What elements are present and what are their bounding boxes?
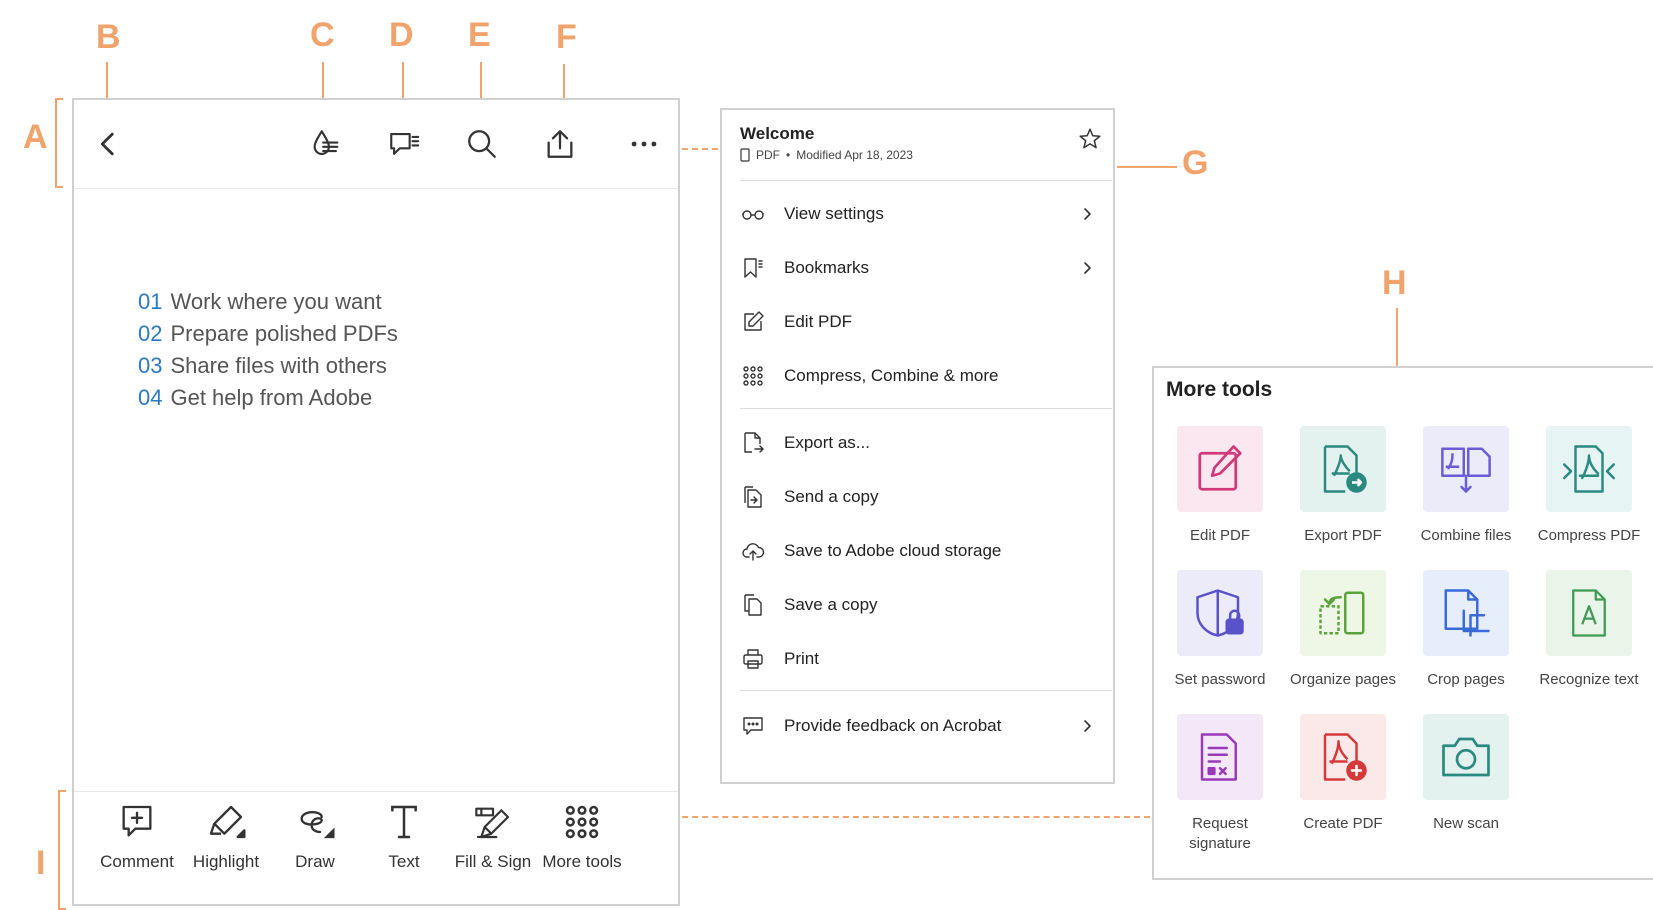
highlighter-icon <box>209 805 246 839</box>
edit-icon <box>740 309 766 335</box>
chevron-right-icon <box>1084 262 1091 274</box>
cloud-upload-icon <box>740 538 766 564</box>
menu-item-save-cloud[interactable]: Save to Adobe cloud storage <box>740 533 1095 569</box>
menu-item-edit-pdf[interactable]: Edit PDF <box>740 304 1095 340</box>
tool-set-password[interactable]: Set password <box>1160 570 1280 690</box>
menu-title: Welcome <box>740 124 815 143</box>
more-tools-title: More tools <box>1166 378 1273 401</box>
request-signature-icon <box>1177 714 1263 800</box>
comments-list-icon[interactable] <box>384 124 424 164</box>
crop-pages-icon <box>1423 570 1509 656</box>
separator-dot: • <box>786 148 791 162</box>
document-viewer: 01 Work where you want 02 Prepare polished… <box>72 98 680 906</box>
draw-button[interactable]: Draw <box>270 802 360 872</box>
menu-item-feedback[interactable]: Provide feedback on Acrobat <box>740 708 1095 744</box>
file-info: PDF • Modified Apr 18, 2023 <box>740 148 913 162</box>
glasses-icon <box>740 201 766 227</box>
overflow-menu: Welcome PDF • Modified Apr 18, 2023 View… <box>720 108 1115 784</box>
grid-icon <box>740 363 766 389</box>
menu-item-bookmarks[interactable]: Bookmarks <box>740 250 1095 286</box>
liquid-mode-icon[interactable] <box>306 124 346 164</box>
tool-create-pdf[interactable]: Create PDF <box>1283 714 1403 834</box>
menu-item-print[interactable]: Print <box>740 641 1095 677</box>
highlight-button[interactable]: Highlight <box>181 802 271 872</box>
search-icon[interactable] <box>462 124 502 164</box>
tool-new-scan[interactable]: New scan <box>1406 714 1526 834</box>
text-icon <box>391 805 417 839</box>
callout-i-bracket <box>58 790 66 910</box>
draw-icon <box>300 811 335 839</box>
callout-a-bracket <box>55 98 63 188</box>
modified-date: Modified Apr 18, 2023 <box>796 148 913 162</box>
tool-edit-pdf[interactable]: Edit PDF <box>1160 426 1280 546</box>
export-pdf-icon <box>1300 426 1386 512</box>
more-tools-panel: More tools Edit PDF Export PDF Combine f… <box>1152 366 1653 880</box>
callout-g-line <box>1117 166 1177 168</box>
print-icon <box>740 646 766 672</box>
chevron-right-icon <box>1084 208 1091 220</box>
comment-button[interactable]: Comment <box>92 802 182 872</box>
compress-pdf-icon <box>1546 426 1632 512</box>
fill-sign-icon <box>475 807 510 839</box>
share-icon[interactable] <box>540 124 580 164</box>
bookmark-icon <box>740 255 766 281</box>
document-line: 02 Prepare polished PDFs <box>138 321 398 346</box>
menu-item-send-copy[interactable]: Send a copy <box>740 479 1095 515</box>
more-icon[interactable] <box>624 124 664 164</box>
comment-add-icon <box>122 805 152 837</box>
callout-h-line <box>1396 308 1398 366</box>
bottom-toolbar: Comment Highlight Draw Text Fill & Sign … <box>74 791 678 904</box>
new-scan-icon <box>1423 714 1509 800</box>
callout-g: G <box>1182 144 1209 182</box>
callout-h: H <box>1382 264 1407 302</box>
set-password-icon <box>1177 570 1263 656</box>
grid-icon <box>565 805 599 839</box>
document-line: 04 Get help from Adobe <box>138 385 373 410</box>
document-line: 01 Work where you want <box>138 289 382 314</box>
callout-a: A <box>23 118 48 156</box>
create-pdf-icon <box>1300 714 1386 800</box>
send-copy-icon <box>740 484 766 510</box>
tool-crop-pages[interactable]: Crop pages <box>1406 570 1526 690</box>
phone-icon <box>740 148 750 162</box>
star-icon[interactable] <box>1077 126 1103 157</box>
tool-request-signature[interactable]: Request signature <box>1160 714 1280 854</box>
callout-d: D <box>389 16 414 54</box>
tool-export-pdf[interactable]: Export PDF <box>1283 426 1403 546</box>
feedback-icon <box>740 713 766 739</box>
callout-c: C <box>310 16 335 54</box>
file-type: PDF <box>756 148 780 162</box>
menu-divider <box>740 180 1112 181</box>
document-content: 01 Work where you want 02 Prepare polished… <box>138 286 398 414</box>
callout-b: B <box>96 18 121 56</box>
more-tools-button[interactable]: More tools <box>537 802 627 872</box>
callout-f: F <box>556 18 577 56</box>
tool-combine-files[interactable]: Combine files <box>1406 426 1526 546</box>
recognize-text-icon <box>1546 570 1632 656</box>
menu-item-save-copy[interactable]: Save a copy <box>740 587 1095 623</box>
combine-files-icon <box>1423 426 1509 512</box>
tool-recognize-text[interactable]: Recognize text <box>1529 570 1649 690</box>
tool-compress-pdf[interactable]: Compress PDF <box>1529 426 1649 546</box>
menu-item-compress-combine[interactable]: Compress, Combine & more <box>740 358 1095 394</box>
callout-e: E <box>468 16 491 54</box>
copy-icon <box>740 592 766 618</box>
text-button[interactable]: Text <box>359 802 449 872</box>
menu-item-export-as[interactable]: Export as... <box>740 425 1095 461</box>
menu-divider <box>740 690 1112 691</box>
menu-item-view-settings[interactable]: View settings <box>740 196 1095 232</box>
organize-pages-icon <box>1300 570 1386 656</box>
document-line: 03 Share files with others <box>138 353 387 378</box>
top-toolbar <box>74 100 678 189</box>
moretools-to-panel-connector <box>642 816 1150 818</box>
export-icon <box>740 430 766 456</box>
callout-i: I <box>36 844 46 882</box>
edit-pdf-icon <box>1177 426 1263 512</box>
menu-divider <box>740 408 1112 409</box>
fill-sign-button[interactable]: Fill & Sign <box>448 802 538 872</box>
tool-organize-pages[interactable]: Organize pages <box>1283 570 1403 690</box>
back-chevron-icon[interactable] <box>88 124 128 164</box>
chevron-right-icon <box>1084 720 1091 732</box>
